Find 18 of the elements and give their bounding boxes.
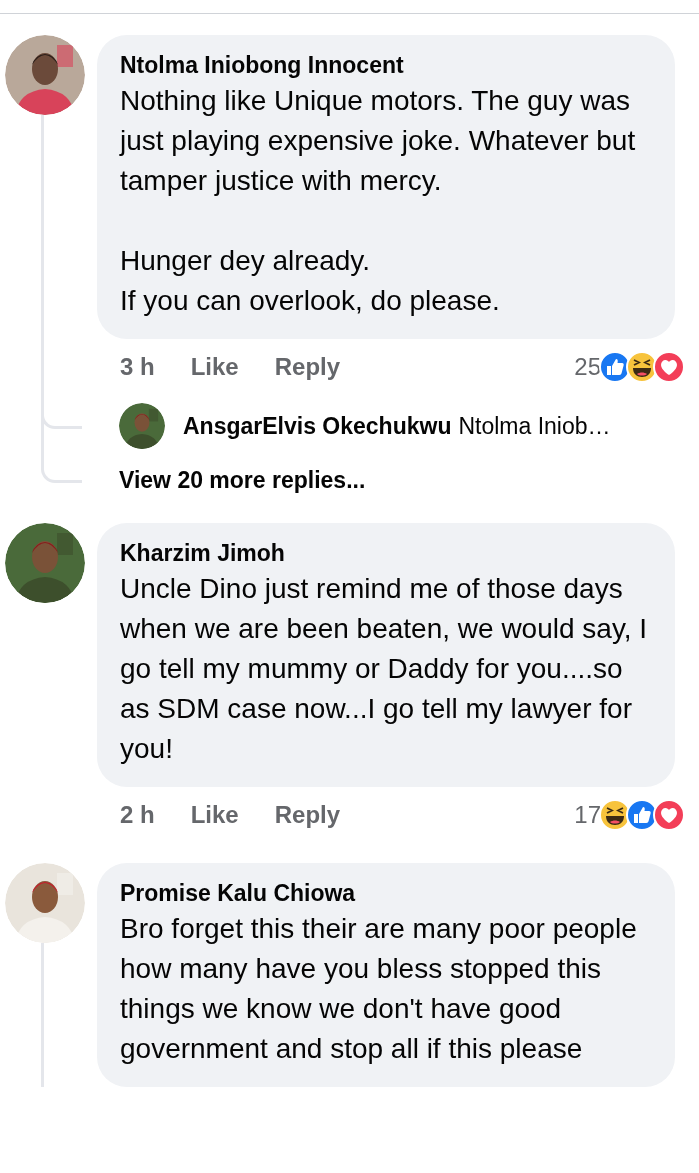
reply-link[interactable]: Reply: [274, 353, 341, 381]
reply-text: Ntolma Iniob…: [458, 412, 611, 440]
author-name[interactable]: Promise Kalu Chiowa: [120, 877, 649, 909]
timestamp: 3 h: [120, 353, 155, 381]
like-link[interactable]: Like: [190, 801, 239, 829]
comment-text: Nothing like Unique motors. The guy was just playing expensive joke. Whatever but tamper justice with mercy. Hunger dey already. If you can overlook, do please.: [120, 84, 637, 318]
view-more-replies-link[interactable]: View 20 more replies...: [97, 457, 699, 503]
thread-connector: [41, 457, 82, 483]
comment-text: Bro forget this their are many poor people how many have you bless stopped this things we know we don't have good government and stop all if this please: [120, 912, 638, 1066]
reaction-count: 25: [574, 353, 601, 381]
author-name[interactable]: Kharzim Jimoh: [120, 537, 649, 569]
timestamp: 2 h: [120, 801, 155, 829]
author-name[interactable]: Ntolma Iniobong Innocent: [120, 49, 649, 81]
reply-link[interactable]: Reply: [274, 801, 341, 829]
reaction-count: 17: [574, 801, 601, 829]
reply-author-name[interactable]: AnsgarElvis Okechukwu: [183, 412, 452, 440]
comment-text: Uncle Dino just remind me of those days when we are been beaten, we would say, I go tell my mummy or Daddy for you....so as SDM case now...I go tell my lawyer for you!: [120, 572, 649, 766]
like-link[interactable]: Like: [190, 353, 239, 381]
